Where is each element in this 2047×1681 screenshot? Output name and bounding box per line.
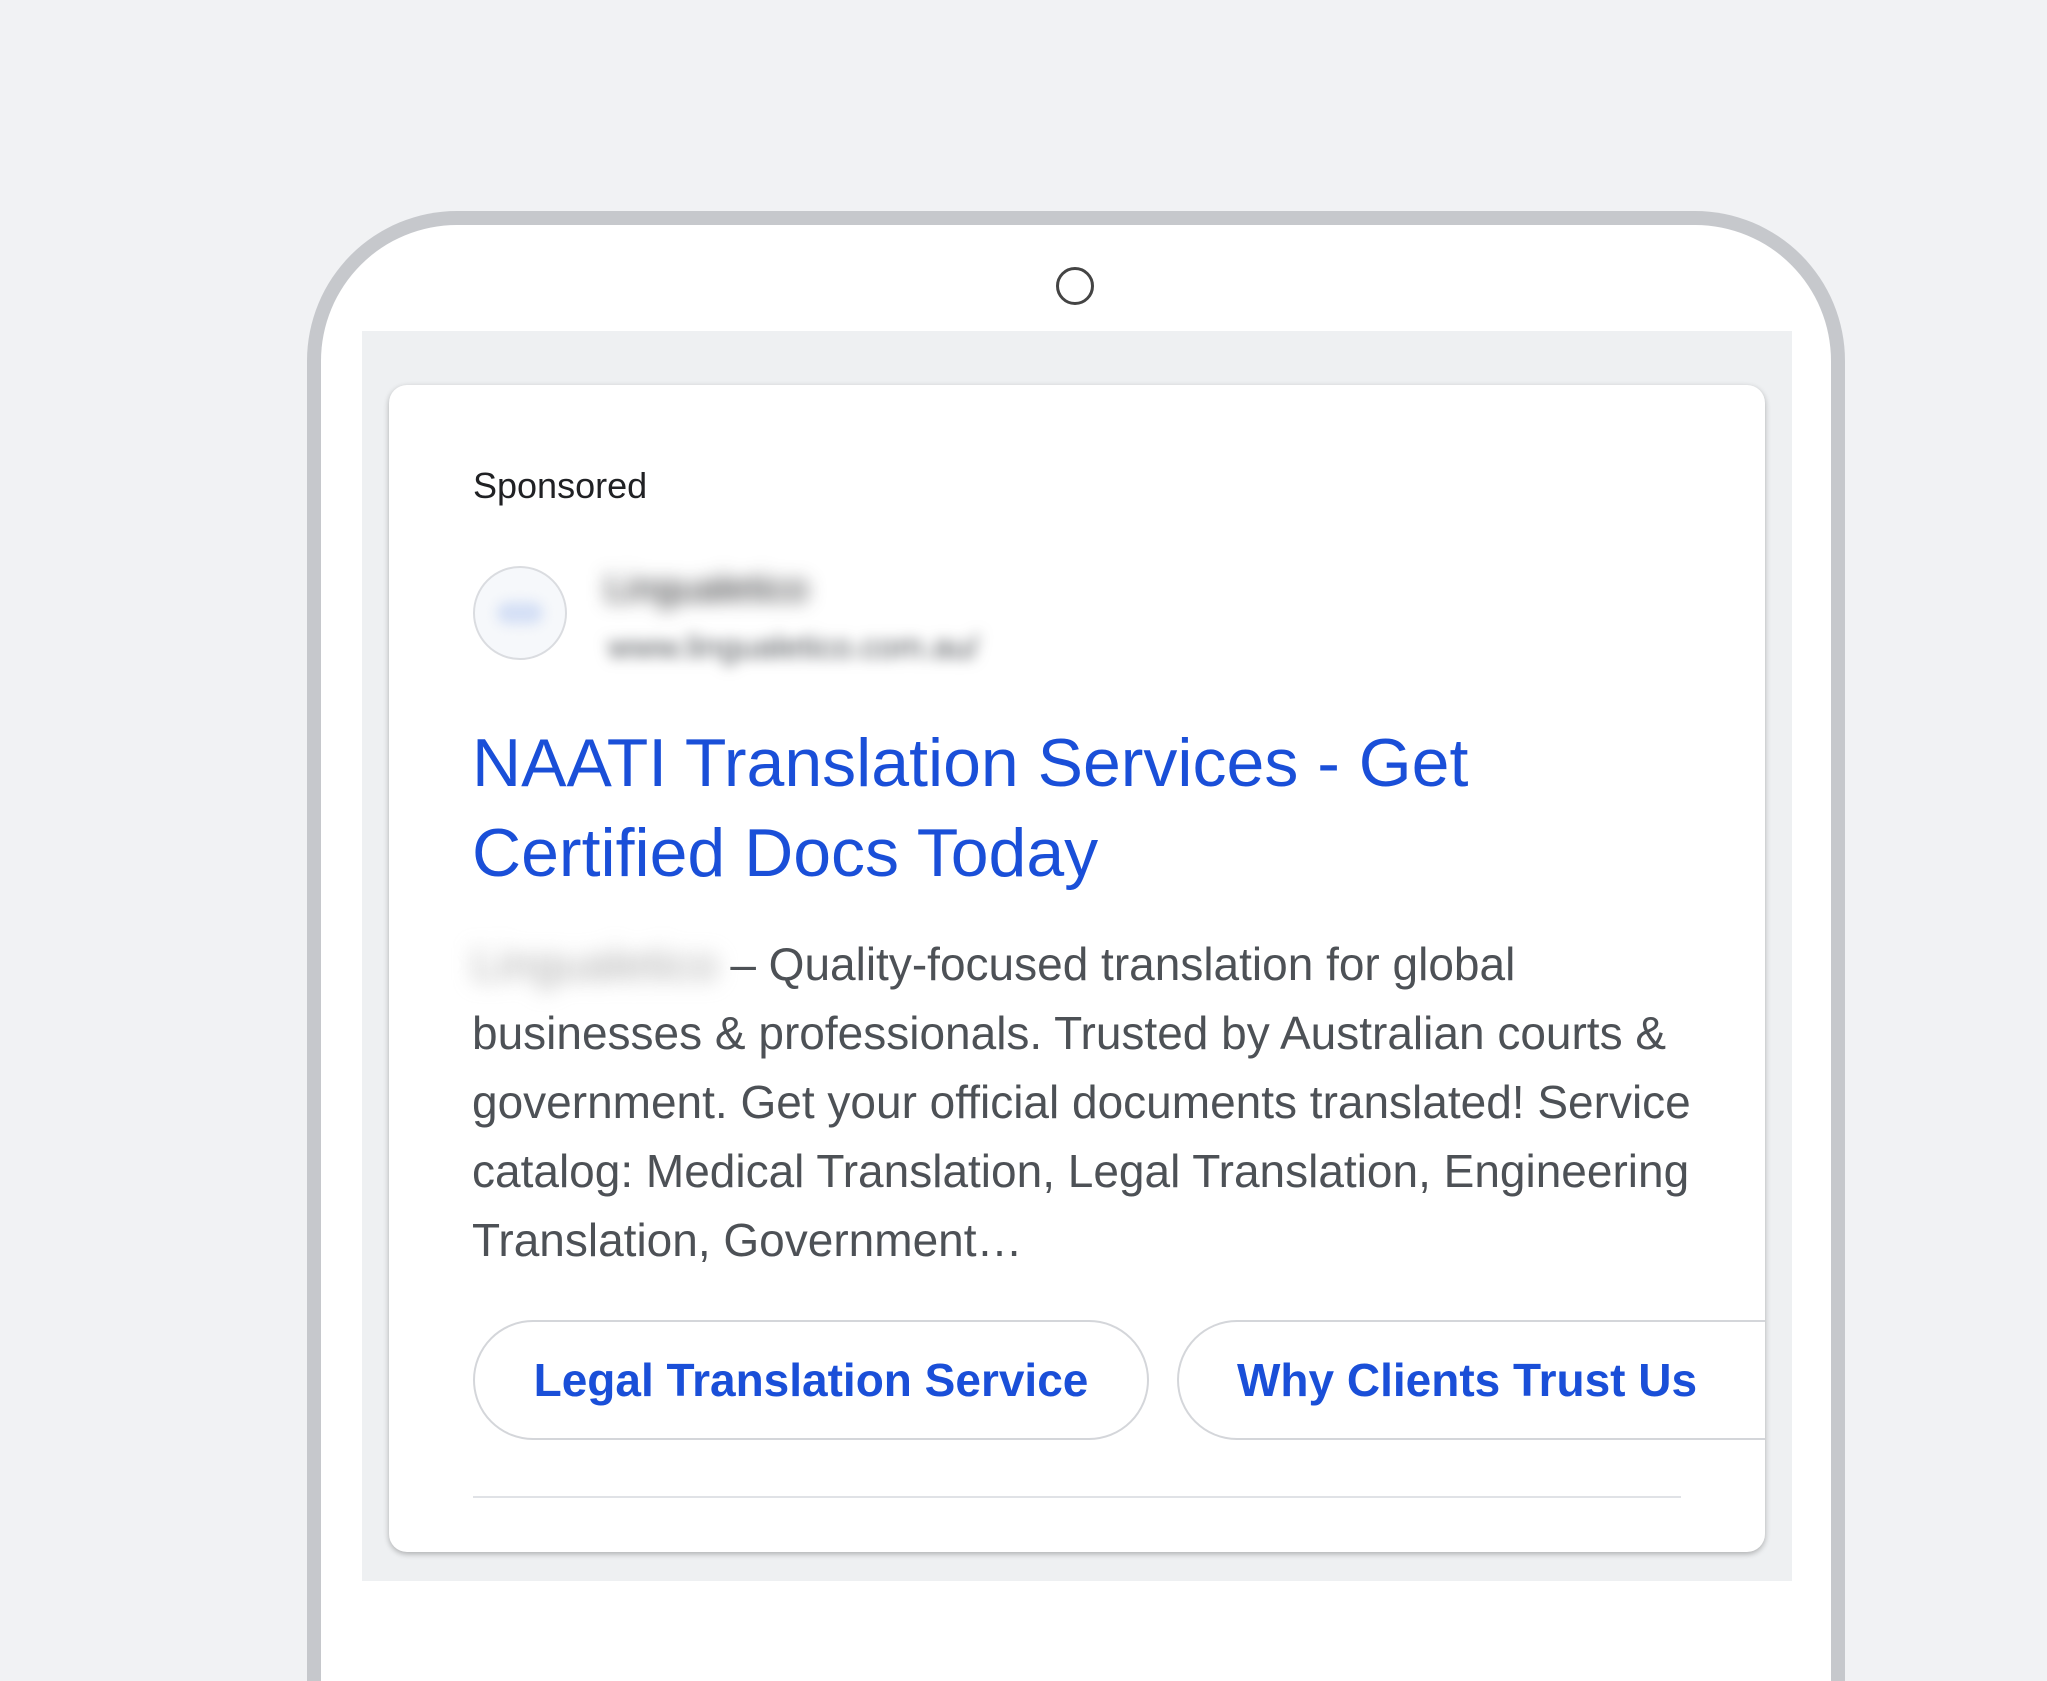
sitelink-legal-translation-service[interactable]: Legal Translation Service (473, 1320, 1149, 1440)
sponsored-label: Sponsored (473, 465, 648, 506)
advertiser-name[interactable]: Lingualetico (605, 568, 808, 611)
sitelink-why-clients-trust-us[interactable]: Why Clients Trust Us (1177, 1320, 1765, 1440)
advertiser-url[interactable]: www.lingualetico.com.au/ (608, 628, 979, 666)
advertiser-name-blurred: Lingualetico (472, 938, 718, 990)
favicon-blurred-logo (497, 602, 543, 624)
ad-description: Lingualetico – Quality-focused translati… (472, 930, 1702, 1275)
camera-icon (1056, 267, 1094, 305)
ad-headline-link[interactable]: NAATI Translation Services - Get Certifi… (472, 718, 1592, 898)
advertiser-favicon-icon[interactable] (473, 566, 567, 660)
ad-bottom-divider (473, 1496, 1681, 1498)
